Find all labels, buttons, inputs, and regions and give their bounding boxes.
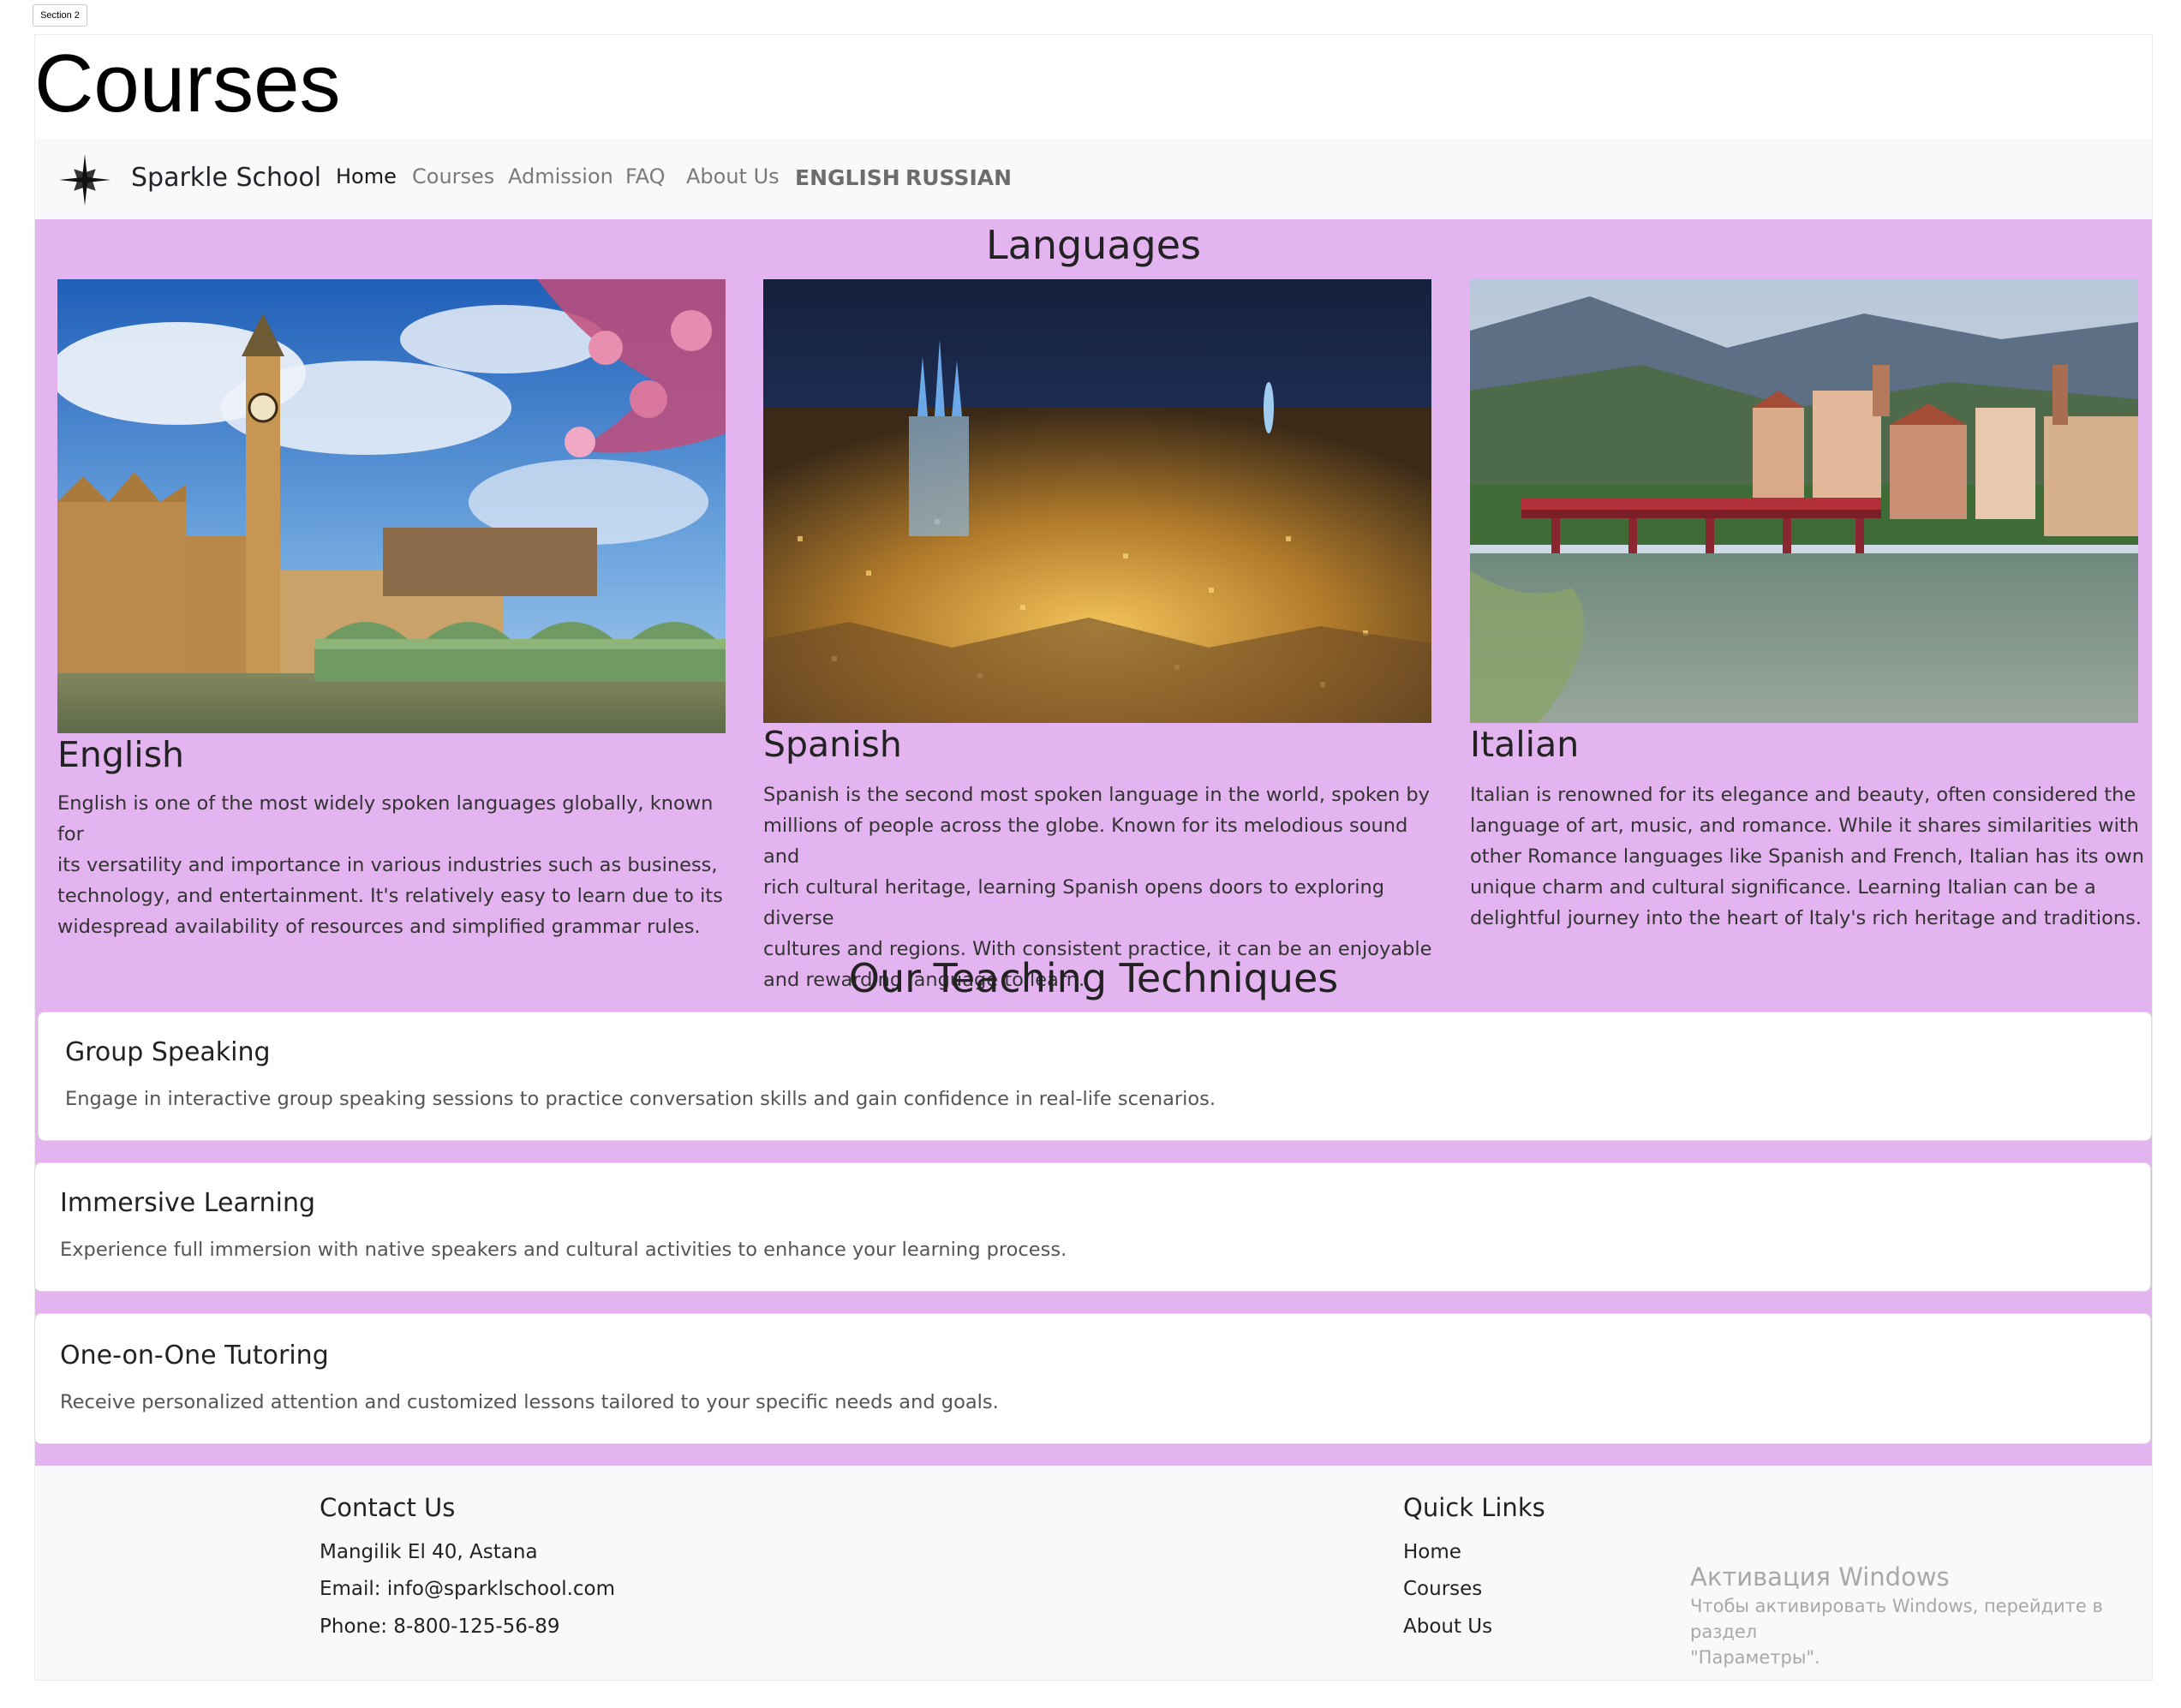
technique-description: Experience full immersion with native sp… — [60, 1239, 1067, 1261]
technique-card-immersive-learning: Immersive Learning Experience full immer… — [34, 1162, 2151, 1292]
watermark-title: Активация Windows — [1690, 1562, 1950, 1592]
contact-phone: Phone: 8-800-125-56-89 — [320, 1615, 560, 1638]
section-tag: Section 2 — [33, 4, 87, 27]
english-title: English — [57, 734, 185, 775]
technique-card-one-on-one-tutoring: One-on-One Tutoring Receive personalized… — [34, 1313, 2151, 1444]
sparkle-star-logo-icon[interactable] — [57, 152, 112, 207]
technique-description: Receive personalized attention and custo… — [60, 1391, 999, 1413]
techniques-heading: Our Teaching Techniques — [848, 955, 1339, 1001]
languages-heading: Languages — [986, 222, 1201, 268]
page-title: Courses — [34, 38, 341, 129]
contact-email: Email: info@sparklschool.com — [320, 1578, 616, 1600]
english-description: English is one of the most widely spoken… — [57, 792, 723, 938]
contact-heading: Contact Us — [320, 1493, 456, 1522]
nav-link-admission[interactable]: Admission — [508, 159, 613, 194]
quick-links-heading: Quick Links — [1403, 1493, 1545, 1522]
spanish-course-image — [763, 279, 1431, 723]
italian-description: Italian is renowned for its elegance and… — [1470, 784, 2144, 929]
italian-course-image — [1470, 279, 2138, 723]
language-english-button[interactable]: ENGLISH — [795, 161, 900, 195]
footer-link-home[interactable]: Home — [1403, 1538, 1461, 1567]
nav-link-about-us[interactable]: About Us — [686, 159, 780, 194]
spanish-title: Spanish — [763, 724, 902, 765]
technique-description: Engage in interactive group speaking ses… — [65, 1088, 1216, 1110]
footer-link-courses[interactable]: Courses — [1403, 1574, 1482, 1603]
watermark-line: "Параметры". — [1690, 1647, 1820, 1668]
language-russian-button[interactable]: RUSSIAN — [905, 161, 1012, 195]
watermark-line: Чтобы активировать Windows, перейдите в … — [1690, 1596, 2103, 1642]
nav-link-home[interactable]: Home — [336, 159, 397, 194]
technique-card-group-speaking: Group Speaking Engage in interactive gro… — [38, 1012, 2152, 1141]
english-course-image — [57, 279, 726, 733]
brand-name[interactable]: Sparkle School — [131, 159, 321, 197]
contact-address: Mangilik El 40, Astana — [320, 1541, 538, 1563]
technique-title: Immersive Learning — [60, 1188, 316, 1218]
footer-link-about-us[interactable]: About Us — [1403, 1612, 1492, 1641]
italian-title: Italian — [1470, 724, 1580, 765]
windows-activation-watermark: Активация Windows Чтобы активировать Win… — [1690, 1561, 2153, 1670]
technique-title: One-on-One Tutoring — [60, 1341, 329, 1371]
nav-link-faq[interactable]: FAQ — [625, 159, 666, 194]
nav-link-courses[interactable]: Courses — [412, 159, 494, 194]
navbar: Sparkle School Home Courses Admission FA… — [35, 139, 2152, 219]
technique-title: Group Speaking — [65, 1037, 271, 1067]
